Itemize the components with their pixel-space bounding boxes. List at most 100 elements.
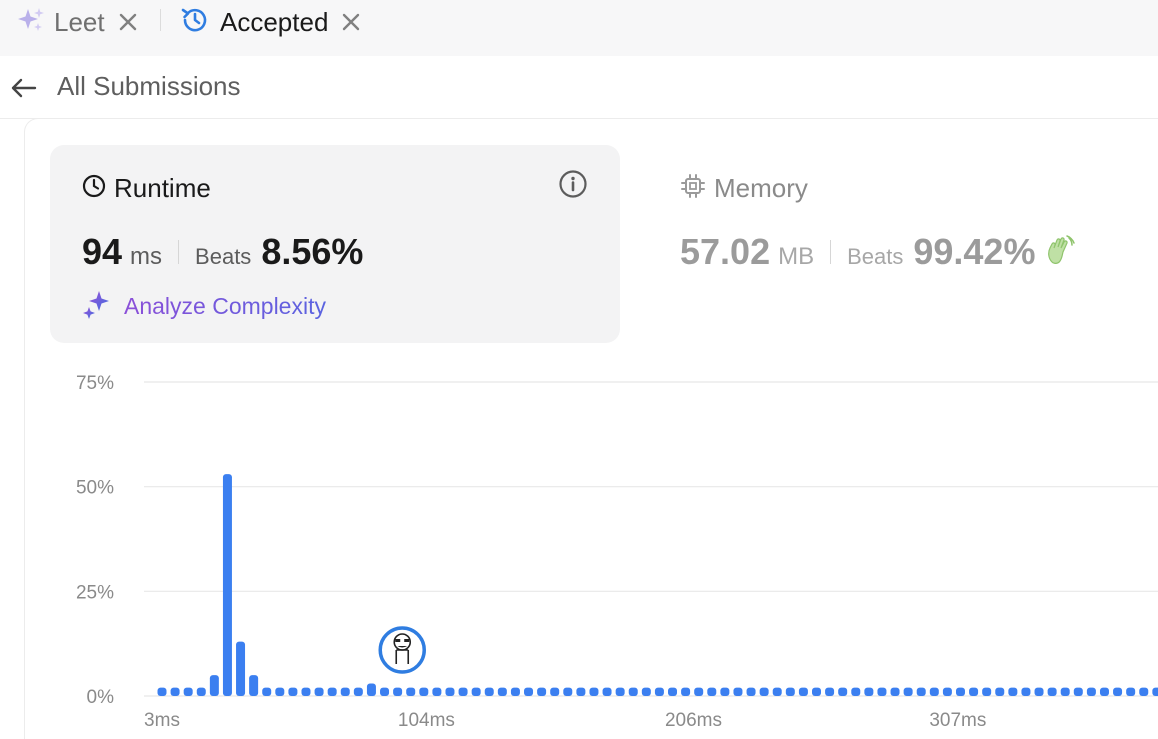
chart-bar[interactable]	[1086, 687, 1096, 696]
chart-bar[interactable]	[798, 687, 808, 696]
memory-stats: 57.02 MB Beats 99.42%	[680, 231, 1076, 273]
chart-bar[interactable]	[471, 687, 481, 696]
chart-bar[interactable]	[393, 687, 403, 696]
waving-hand-icon	[1043, 234, 1076, 271]
runtime-beats-value: 8.56%	[261, 231, 364, 272]
chart-bar[interactable]	[916, 687, 926, 696]
chart-bar[interactable]	[589, 687, 599, 696]
tab-leet[interactable]: Leet	[16, 2, 139, 42]
close-icon[interactable]	[117, 11, 139, 33]
arrow-left-icon[interactable]	[10, 74, 38, 102]
tab-accepted[interactable]: Accepted	[180, 2, 362, 42]
chart-bar[interactable]	[353, 687, 363, 696]
chart-bar[interactable]	[432, 687, 442, 696]
chart-bar[interactable]	[929, 687, 939, 696]
chart-bar[interactable]	[1152, 687, 1158, 696]
chart-bar[interactable]	[366, 683, 376, 696]
memory-title: Memory	[714, 173, 808, 203]
chart-bar[interactable]	[288, 687, 298, 696]
chart-bar[interactable]	[524, 687, 534, 696]
chart-bar[interactable]	[497, 687, 507, 696]
user-position-marker[interactable]	[378, 626, 426, 674]
chart-bar[interactable]	[1021, 687, 1031, 696]
chart-bar[interactable]	[969, 687, 979, 696]
close-icon[interactable]	[340, 11, 362, 33]
x-tick-label: 307ms	[929, 710, 986, 726]
chart-bar[interactable]	[759, 687, 769, 696]
chart-bar[interactable]	[890, 687, 900, 696]
chart-bar[interactable]	[851, 687, 861, 696]
chart-bar[interactable]	[615, 687, 625, 696]
sparkle-icon	[82, 289, 112, 324]
chart-bar[interactable]	[1139, 687, 1149, 696]
chart-bar[interactable]	[877, 687, 887, 696]
chart-bar[interactable]	[772, 687, 782, 696]
chart-bar[interactable]	[563, 687, 573, 696]
chart-bar[interactable]	[196, 687, 206, 696]
chart-bar[interactable]	[720, 687, 730, 696]
chart-bar[interactable]	[340, 687, 350, 696]
chart-bar[interactable]	[157, 687, 167, 696]
chart-bar[interactable]	[406, 687, 416, 696]
analyze-complexity-label: Analyze Complexity	[124, 293, 326, 319]
chart-bar[interactable]	[209, 675, 219, 696]
chart-bar[interactable]	[445, 687, 455, 696]
chart-bar[interactable]	[550, 687, 560, 696]
chart-bar[interactable]	[746, 687, 756, 696]
chart-bar[interactable]	[576, 687, 586, 696]
chart-bar[interactable]	[1126, 687, 1136, 696]
memory-card[interactable]: Memory 57.02 MB Beats 99.42%	[648, 145, 1158, 343]
chart-bar[interactable]	[222, 474, 232, 696]
chart-bar[interactable]	[458, 687, 468, 696]
chart-bar[interactable]	[1034, 687, 1044, 696]
chart-bar[interactable]	[510, 687, 520, 696]
chart-bar[interactable]	[903, 687, 913, 696]
analyze-complexity-button[interactable]: Analyze Complexity	[82, 289, 326, 324]
chart-bar[interactable]	[484, 687, 494, 696]
x-tick-label: 206ms	[665, 710, 722, 726]
chart-bar[interactable]	[641, 687, 651, 696]
chart-bar[interactable]	[1099, 687, 1109, 696]
chart-bar[interactable]	[314, 687, 324, 696]
chart-bar[interactable]	[694, 687, 704, 696]
all-submissions-link[interactable]: All Submissions	[57, 71, 241, 102]
chart-bar[interactable]	[301, 687, 311, 696]
chart-bar[interactable]	[681, 687, 691, 696]
chart-bar[interactable]	[654, 687, 664, 696]
chart-bar[interactable]	[170, 687, 180, 696]
chart-bar[interactable]	[838, 687, 848, 696]
chart-bar[interactable]	[668, 687, 678, 696]
chart-bar[interactable]	[275, 687, 285, 696]
chart-bar[interactable]	[864, 687, 874, 696]
chart-bar[interactable]	[955, 687, 965, 696]
memory-beats-value: 99.42%	[913, 231, 1036, 272]
x-tick-label: 104ms	[398, 710, 455, 726]
chart-bar[interactable]	[707, 687, 717, 696]
chart-bar[interactable]	[1060, 687, 1070, 696]
chart-bar[interactable]	[942, 687, 952, 696]
chart-bar[interactable]	[183, 687, 193, 696]
chart-bar[interactable]	[327, 687, 337, 696]
chart-bar[interactable]	[733, 687, 743, 696]
chart-bar[interactable]	[249, 675, 259, 696]
chart-bar[interactable]	[380, 687, 390, 696]
chart-bar[interactable]	[812, 687, 821, 696]
chart-bar[interactable]	[1113, 687, 1123, 696]
chart-bar[interactable]	[825, 687, 835, 696]
chart-bar[interactable]	[1047, 687, 1057, 696]
chart-bar[interactable]	[995, 687, 1005, 696]
chart-bar[interactable]	[419, 687, 429, 696]
chart-bar[interactable]	[982, 687, 992, 696]
chart-bar[interactable]	[537, 687, 547, 696]
chart-bar[interactable]	[785, 687, 795, 696]
memory-unit: MB	[778, 243, 815, 270]
runtime-stats: 94 ms Beats 8.56%	[82, 231, 363, 273]
chart-bar[interactable]	[1073, 687, 1083, 696]
chart-bar[interactable]	[236, 641, 246, 696]
chart-bar[interactable]	[628, 687, 638, 696]
runtime-card[interactable]: Runtime 94 ms Beats 8.56% Analyze Comple…	[50, 145, 620, 343]
chart-bar[interactable]	[602, 687, 612, 696]
chart-bar[interactable]	[262, 687, 272, 696]
info-icon[interactable]	[558, 169, 588, 199]
chart-bar[interactable]	[1008, 687, 1018, 696]
